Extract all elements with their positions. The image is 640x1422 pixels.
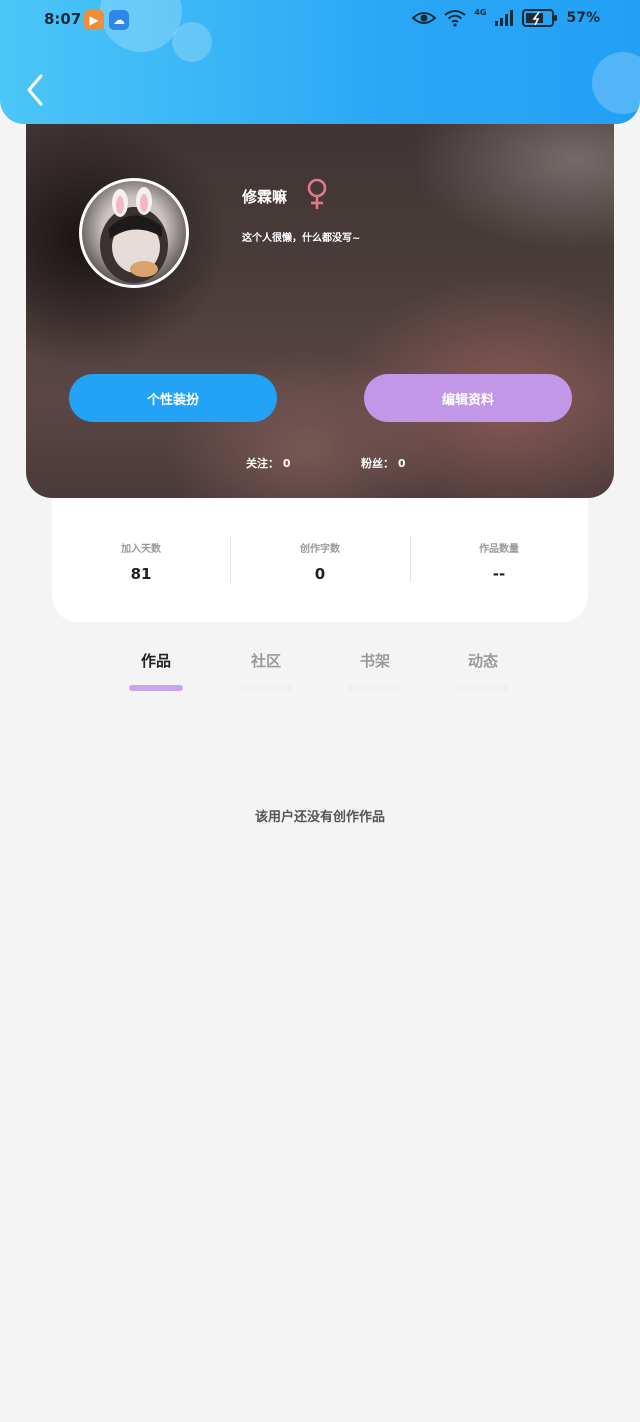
profile-card: 修霖嘛 这个人很懒，什么都没写~ 个性装扮 编辑资料 关注： 0 粉丝： 0 [26, 100, 614, 498]
empty-state-text: 该用户还没有创作作品 [254, 810, 385, 825]
followers-count[interactable]: 粉丝： 0 [361, 455, 405, 471]
eye-icon [412, 12, 437, 24]
decor-bubble [592, 52, 640, 114]
tab-community[interactable]: 社区 [221, 650, 311, 671]
stat-label: 创作字数 [300, 544, 340, 555]
battery-percent: 57% [566, 10, 600, 26]
tab-activity[interactable]: 动态 [438, 650, 528, 671]
following-count[interactable]: 关注： 0 [246, 455, 290, 471]
network-type: 4G [474, 7, 487, 17]
stat-works-count: 作品数量 -- [410, 540, 588, 583]
tab-works[interactable]: 作品 [111, 650, 201, 671]
dress-up-button[interactable]: 个性装扮 [69, 374, 277, 422]
tab-bookshelf[interactable]: 书架 [330, 650, 420, 671]
status-bar: 8:07 ▶ ☁ 4G 57% [0, 0, 640, 40]
signal-icon [495, 10, 514, 26]
weather-app-icon: ☁ [109, 10, 129, 30]
profile-page: 8:07 ▶ ☁ 4G 57% 修霖嘛 这个人很懒，什么都没写~ 个性装扮 编辑… [0, 0, 640, 1422]
avatar[interactable] [79, 178, 189, 288]
status-time: 8:07 [44, 10, 82, 28]
wifi-icon [444, 10, 466, 27]
top-header: 8:07 ▶ ☁ 4G 57% [0, 0, 640, 124]
female-symbol-icon [307, 178, 327, 209]
edit-profile-button[interactable]: 编辑资料 [364, 374, 572, 422]
video-app-icon: ▶ [84, 10, 104, 30]
stat-label: 作品数量 [479, 544, 519, 555]
chevron-left-icon [27, 74, 43, 106]
stat-label: 加入天数 [121, 544, 161, 555]
stat-value: 0 [314, 565, 326, 583]
bio-text: 这个人很懒，什么都没写~ [242, 233, 361, 244]
stat-word-count: 创作字数 0 [231, 540, 409, 583]
stat-value: -- [492, 565, 506, 583]
tab-indicator [347, 685, 401, 691]
stats-card: 加入天数 81 创作字数 0 作品数量 -- [52, 498, 588, 622]
battery-icon [522, 9, 558, 27]
tab-indicator [129, 685, 183, 691]
stat-join-days: 加入天数 81 [52, 540, 230, 583]
stat-value: 81 [130, 565, 152, 583]
username: 修霖嘛 [242, 188, 288, 206]
tab-indicator [455, 685, 509, 691]
status-icons: 4G 57% [412, 7, 600, 27]
avatar-photo [100, 187, 168, 283]
tab-indicator [239, 685, 293, 691]
back-button[interactable] [18, 70, 52, 110]
